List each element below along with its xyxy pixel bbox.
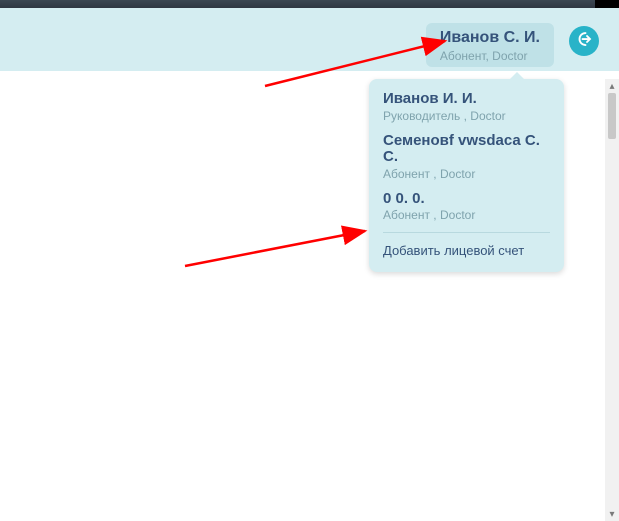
annotation-arrow-icon xyxy=(180,211,380,271)
current-user-name: Иванов С. И. xyxy=(440,29,540,47)
add-account-link[interactable]: Добавить лицевой счет xyxy=(383,243,550,262)
browser-corner xyxy=(595,0,619,8)
account-item[interactable]: Семеновf vwsdаса С. С. Абонент , Doctor xyxy=(383,133,550,181)
account-item[interactable]: 0 0. 0. Абонент , Doctor xyxy=(383,191,550,223)
scroll-up-button[interactable]: ▴ xyxy=(605,79,619,93)
account-name: 0 0. 0. xyxy=(383,191,550,208)
current-user-role: Абонент, Doctor xyxy=(440,49,540,63)
account-role: Абонент , Doctor xyxy=(383,167,550,181)
scrollbar-thumb[interactable] xyxy=(608,93,616,139)
account-switcher-dropdown: Иванов И. И. Руководитель , Doctor Семен… xyxy=(369,79,564,272)
current-user-chip[interactable]: Иванов С. И. Абонент, Doctor xyxy=(426,23,554,67)
scroll-down-button[interactable]: ▾ xyxy=(605,507,619,521)
scrollbar-track: ▴ ▾ xyxy=(605,79,619,521)
logout-button[interactable] xyxy=(569,26,599,56)
browser-tab-strip xyxy=(0,0,619,8)
account-role: Абонент , Doctor xyxy=(383,208,550,222)
logout-icon xyxy=(575,30,593,53)
account-name: Иванов И. И. xyxy=(383,91,550,108)
account-name: Семеновf vwsdаса С. С. xyxy=(383,133,550,166)
dropdown-divider xyxy=(383,232,550,233)
account-role: Руководитель , Doctor xyxy=(383,109,550,123)
page-content: Иванов И. И. Руководитель , Doctor Семен… xyxy=(0,71,619,521)
account-item[interactable]: Иванов И. И. Руководитель , Doctor xyxy=(383,91,550,123)
app-header: Иванов С. И. Абонент, Doctor xyxy=(0,8,619,71)
